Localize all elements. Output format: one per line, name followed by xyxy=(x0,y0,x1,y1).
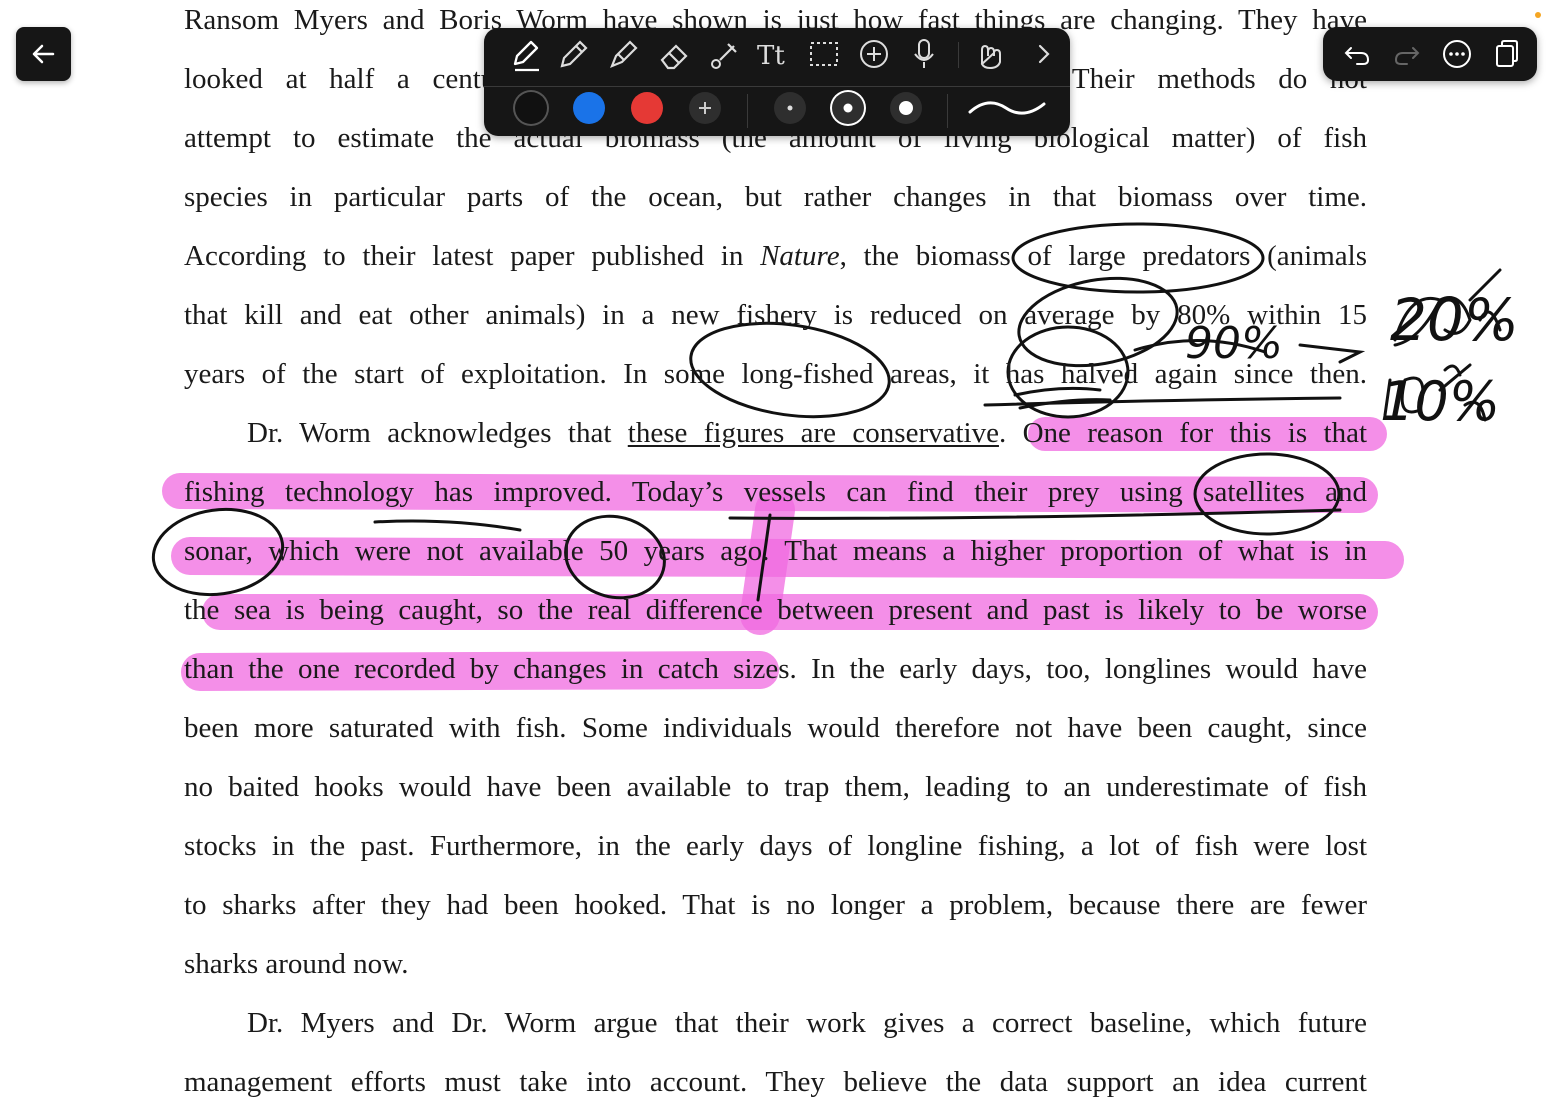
stroke-style-button[interactable] xyxy=(964,92,1054,124)
text-line-8: Dr. Worm acknowledges that these figures… xyxy=(247,415,1367,451)
arrow-left-icon xyxy=(32,44,55,64)
redo-icon xyxy=(1394,47,1420,65)
text-line-11: the sea is being caught, so the real dif… xyxy=(184,594,1367,626)
text-line-19: management efforts must take into accoun… xyxy=(184,1066,1367,1098)
hand-draw-icon xyxy=(980,44,1001,70)
dot-large-icon xyxy=(899,101,913,115)
toolbar-divider xyxy=(958,42,959,68)
shape-icon xyxy=(711,43,737,69)
text-line-13: been more saturated with fish. Some indi… xyxy=(184,712,1367,744)
text-line-10: sonar, which were not available 50 years… xyxy=(184,535,1367,567)
color-blue-swatch[interactable] xyxy=(573,92,605,124)
pen-icon xyxy=(513,40,539,72)
journal-name: Nature xyxy=(760,240,840,272)
text-line-16: to sharks after they had been hooked. Th… xyxy=(184,889,1367,921)
document-actions-bar xyxy=(1323,27,1537,81)
underlined-phrase: these figures are conservative xyxy=(627,417,999,449)
undo-button[interactable] xyxy=(1337,34,1377,74)
toolbar-divider xyxy=(747,94,748,128)
redo-button[interactable] xyxy=(1387,34,1427,74)
microphone-button[interactable] xyxy=(904,34,944,74)
note-20-percent: 20% xyxy=(1390,286,1519,354)
svg-text:Tt: Tt xyxy=(757,41,785,71)
plus-circle-icon xyxy=(860,40,888,68)
toolbar-divider xyxy=(947,94,948,128)
stroke-size-small[interactable] xyxy=(774,92,806,124)
pages-icon xyxy=(1496,40,1518,67)
wave-line-icon xyxy=(968,101,1046,115)
more-tools-button[interactable] xyxy=(1024,34,1064,74)
add-element-button[interactable] xyxy=(854,34,894,74)
add-color-button[interactable] xyxy=(689,92,721,124)
text-line-5: According to their latest paper publishe… xyxy=(184,238,1367,274)
touch-draw-button[interactable] xyxy=(970,34,1010,74)
text-line-15: stocks in the past. Furthermore, in the … xyxy=(184,830,1367,862)
text-line-18: Dr. Myers and Dr. Worm argue that their … xyxy=(247,1007,1367,1039)
text-line-12: than the one recorded by changes in catc… xyxy=(184,653,1367,685)
text-tool-button[interactable]: Tt xyxy=(754,34,794,74)
plus-icon xyxy=(699,102,711,114)
select-box-icon xyxy=(810,42,838,66)
dot-medium-icon xyxy=(843,103,853,113)
dot-small-icon xyxy=(787,105,793,111)
text-line-14: no baited hooks would have been availabl… xyxy=(184,771,1367,803)
pencil-tool-button[interactable] xyxy=(554,34,594,74)
color-red-swatch[interactable] xyxy=(631,92,663,124)
text-line-4: species in particular parts of the ocean… xyxy=(184,181,1367,213)
text-segment: According to their latest paper publishe… xyxy=(184,240,761,272)
eraser-icon xyxy=(660,44,688,70)
text-segment: Dr. Worm acknowledges that xyxy=(247,417,628,449)
chevron-right-icon xyxy=(1038,44,1050,64)
text-icon: Tt xyxy=(757,41,785,71)
stroke-size-medium[interactable] xyxy=(832,92,864,124)
text-line-9: fishing technology has improved. Today’s… xyxy=(184,476,1367,508)
text-segment: , the biomass of large predators (animal… xyxy=(839,240,1367,272)
text-segment: . One reason for this is that xyxy=(998,417,1368,449)
more-options-button[interactable] xyxy=(1437,34,1477,74)
pencil-icon xyxy=(560,40,588,68)
note-10-percent: 10% xyxy=(1380,370,1500,433)
drawing-toolbar: Tt xyxy=(484,28,1070,136)
stroke-size-large[interactable] xyxy=(890,92,922,124)
shape-tool-button[interactable] xyxy=(704,34,744,74)
highlighter-icon xyxy=(610,40,638,68)
eraser-tool-button[interactable] xyxy=(654,34,694,74)
lasso-select-tool-button[interactable] xyxy=(804,34,844,74)
document-page: 90% 20% 10% Ransom Myers and Boris Worm … xyxy=(0,0,1554,1098)
ellipsis-circle-icon xyxy=(1443,40,1471,68)
undo-icon xyxy=(1344,47,1370,65)
pen-tool-button[interactable] xyxy=(505,34,545,74)
microphone-icon xyxy=(914,39,934,68)
pages-button[interactable] xyxy=(1487,34,1527,74)
text-line-6: that kill and eat other animals) in a ne… xyxy=(184,299,1367,331)
back-button[interactable] xyxy=(16,27,71,81)
text-line-17: sharks around now. xyxy=(184,948,409,980)
text-line-7: years of the start of exploitation. In s… xyxy=(184,358,1367,390)
color-black-swatch[interactable] xyxy=(515,92,547,124)
highlighter-tool-button[interactable] xyxy=(604,34,644,74)
status-indicator-dot xyxy=(1535,12,1541,18)
toolbar-row-divider xyxy=(484,86,1070,87)
